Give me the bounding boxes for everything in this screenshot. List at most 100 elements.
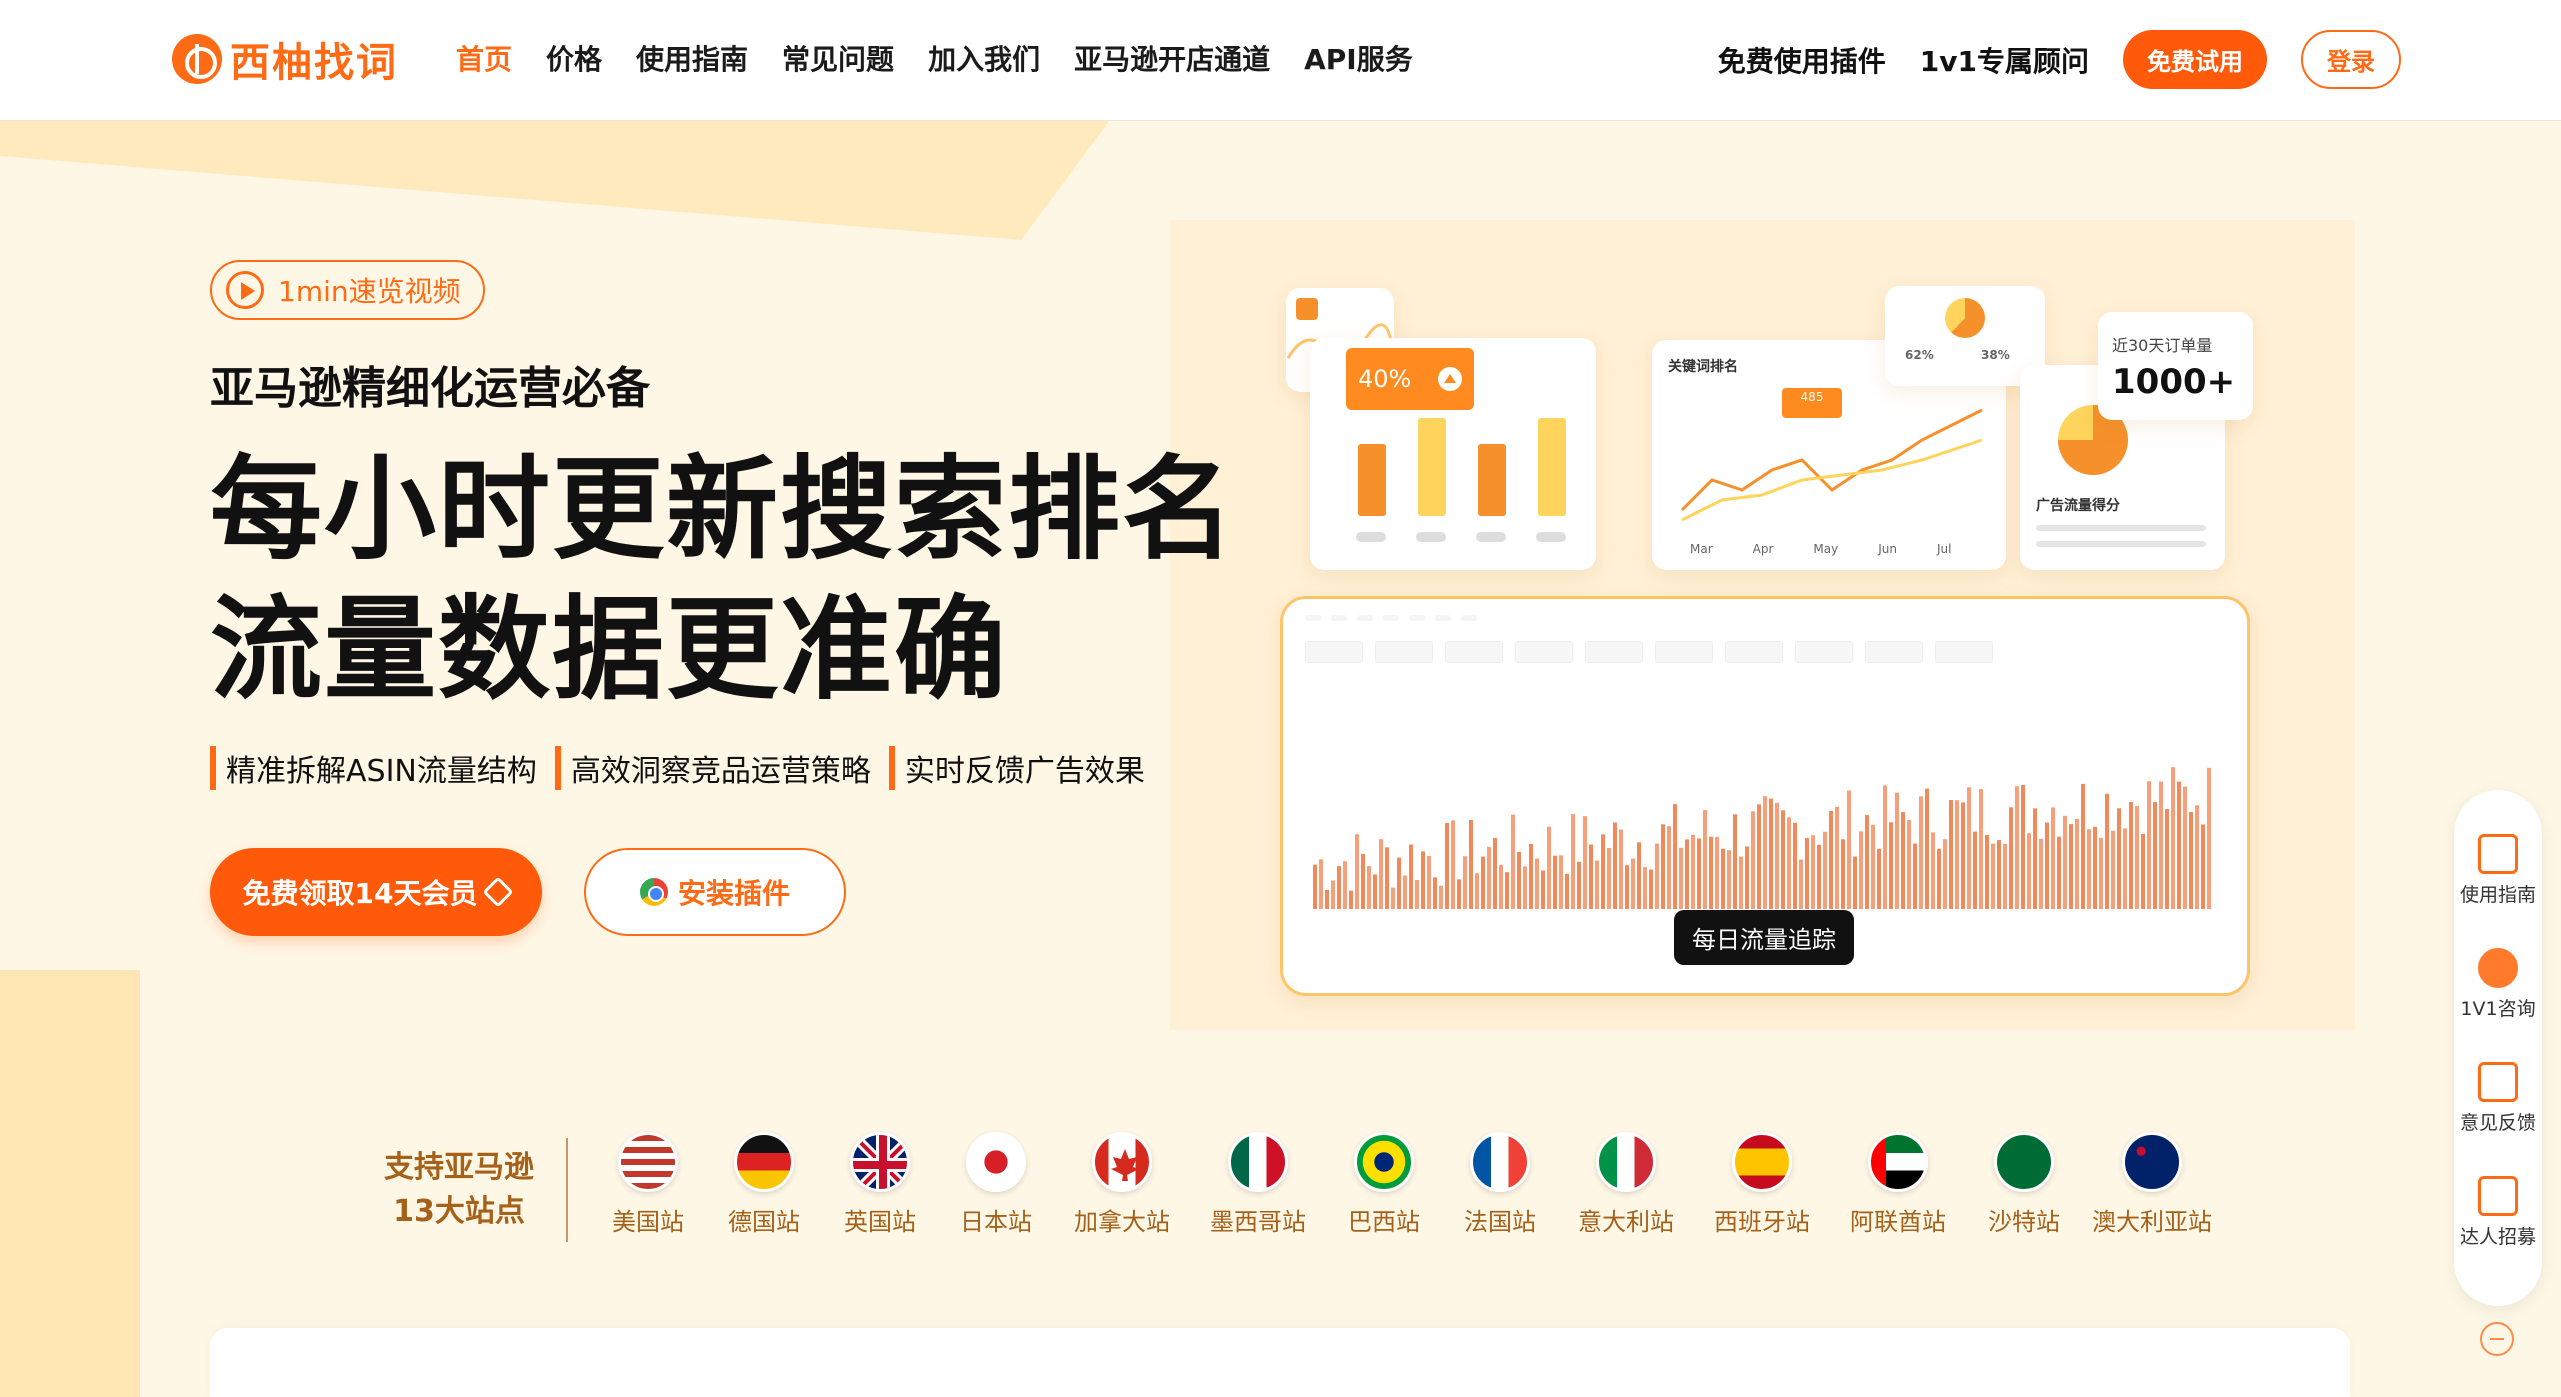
traffic-bar [1841,839,1845,909]
traffic-bar [1877,848,1881,909]
nav-free-plugin[interactable]: 免费使用插件 [1718,40,1886,80]
nav-actions: 免费使用插件 1v1专属顾问 免费试用 登录 [1718,30,2401,89]
marketplace-item-uk: 英国站 [822,1132,938,1237]
traffic-bar [1355,834,1359,909]
free-trial-button[interactable]: 免费试用 [2123,30,2267,89]
traffic-bar [1577,861,1581,909]
marketplace-item-es: 西班牙站 [1694,1132,1830,1237]
sidebar-label: 意见反馈 [2459,1112,2536,1134]
traffic-bar [1817,844,1821,909]
hero-subtitle: 亚马逊精细化运营必备 [210,363,650,414]
traffic-bar [2087,829,2091,909]
traffic-bar [1595,860,1599,909]
traffic-bar [1775,802,1779,909]
traffic-bar [1433,877,1437,909]
marketplace-item-au: 澳大利亚站 [2082,1132,2222,1237]
grapefruit-logo-icon [172,34,222,84]
floating-sidebar: 使用指南 1V1咨询 意见反馈 达人招募 [2454,790,2542,1306]
marketplace-item-mx: 墨西哥站 [1190,1132,1326,1237]
traffic-bar [1865,815,1869,909]
headline-line-1: 每小时更新搜索排名 [210,445,1236,575]
marketplace-item-us: 美国站 [590,1132,706,1237]
nav-guide[interactable]: 使用指南 [636,38,748,78]
traffic-bar [2177,781,2181,909]
traffic-bar [1757,804,1761,909]
traffic-bar [1781,810,1785,909]
traffic-bar [1751,811,1755,909]
traffic-bar [1667,826,1671,909]
nav-consultant[interactable]: 1v1专属顾问 [1920,40,2089,80]
traffic-bar [1739,856,1743,909]
growth-tag: 40% [1346,348,1474,410]
dashboard-tabs [1305,615,1477,621]
traffic-bar [1913,843,1917,909]
install-plugin-button[interactable]: 安装插件 [584,848,846,936]
traffic-bar [1445,822,1449,909]
traffic-bar [1853,856,1857,909]
main-nav: 首页 价格 使用指南 常见问题 加入我们 亚马逊开店通道 API服务 [456,38,1413,78]
claim-membership-button[interactable]: 免费领取14天会员 [210,848,542,936]
nav-api[interactable]: API服务 [1304,38,1413,78]
traffic-bar [2003,843,2007,909]
traffic-bar [1919,796,1923,909]
traffic-bar [1661,824,1665,909]
traffic-bar [2147,781,2151,909]
edit-icon [2478,1062,2518,1102]
marketplace-item-ae: 阿联酋站 [1830,1132,1966,1237]
traffic-bar [2159,781,2163,909]
collapse-sidebar-button[interactable] [2480,1322,2514,1356]
traffic-bar [2165,809,2169,909]
traffic-bar [1451,820,1455,909]
traffic-bar [1349,890,1353,909]
nav-faq[interactable]: 常见问题 [782,38,894,78]
traffic-bar [1337,866,1341,909]
brand-logo[interactable]: 西柚找词 [172,30,398,88]
sidebar-item-guide[interactable]: 使用指南 [2454,834,2542,907]
month-axis: Mar Apr May Jun Jul [1690,542,1951,556]
book-icon [2478,834,2518,874]
bar [1478,444,1506,516]
traffic-bar [1325,889,1329,909]
traffic-bar [2129,802,2133,909]
nav-pricing[interactable]: 价格 [546,38,602,78]
traffic-bar [1613,822,1617,909]
traffic-bar [1631,858,1635,909]
traffic-bar [1847,790,1851,909]
feature-item: 实时反馈广告效果 [888,746,1145,790]
orders-card: 近30天订单量 1000+ [2098,312,2253,420]
sidebar-item-recruit[interactable]: 达人招募 [2454,1176,2542,1249]
traffic-bar [1787,817,1791,909]
feature-list: 精准拆解ASIN流量结构 高效洞察竞品运营策略 实时反馈广告效果 [210,746,1145,790]
traffic-bar [2039,838,2043,909]
sidebar-item-feedback[interactable]: 意见反馈 [2454,1062,2542,1135]
marketplace-item-de: 德国站 [706,1132,822,1237]
traffic-bar [1697,838,1701,909]
traffic-bar [2015,786,2019,909]
traffic-bar [1607,848,1611,909]
marketplace-label: 澳大利亚站 [2092,1208,2212,1236]
traffic-bar [1517,851,1521,909]
marketplace-label: 墨西哥站 [1210,1208,1306,1236]
sidebar-item-consult[interactable]: 1V1咨询 [2454,948,2542,1021]
traffic-bar [1835,806,1839,909]
traffic-bar [2207,767,2211,909]
video-button[interactable]: 1min速览视频 [210,260,485,320]
traffic-bar [1493,837,1497,909]
traffic-bar [1331,880,1335,909]
play-icon [226,271,264,309]
traffic-bar [1979,789,1983,909]
traffic-bar [1967,787,1971,909]
month-label: May [1813,542,1839,556]
ae-flag-icon [1868,1132,1928,1192]
traffic-bar [1505,872,1509,909]
traffic-bar [1703,809,1707,909]
traffic-bar [1391,887,1395,909]
traffic-bar [1985,834,1989,909]
nav-home[interactable]: 首页 [456,38,512,78]
growth-value: 40% [1358,365,1412,393]
sidebar-label: 达人招募 [2459,1226,2536,1248]
traffic-bar [2069,824,2073,909]
login-button[interactable]: 登录 [2301,30,2401,89]
nav-amazon-store[interactable]: 亚马逊开店通道 [1074,38,1270,78]
nav-join[interactable]: 加入我们 [928,38,1040,78]
